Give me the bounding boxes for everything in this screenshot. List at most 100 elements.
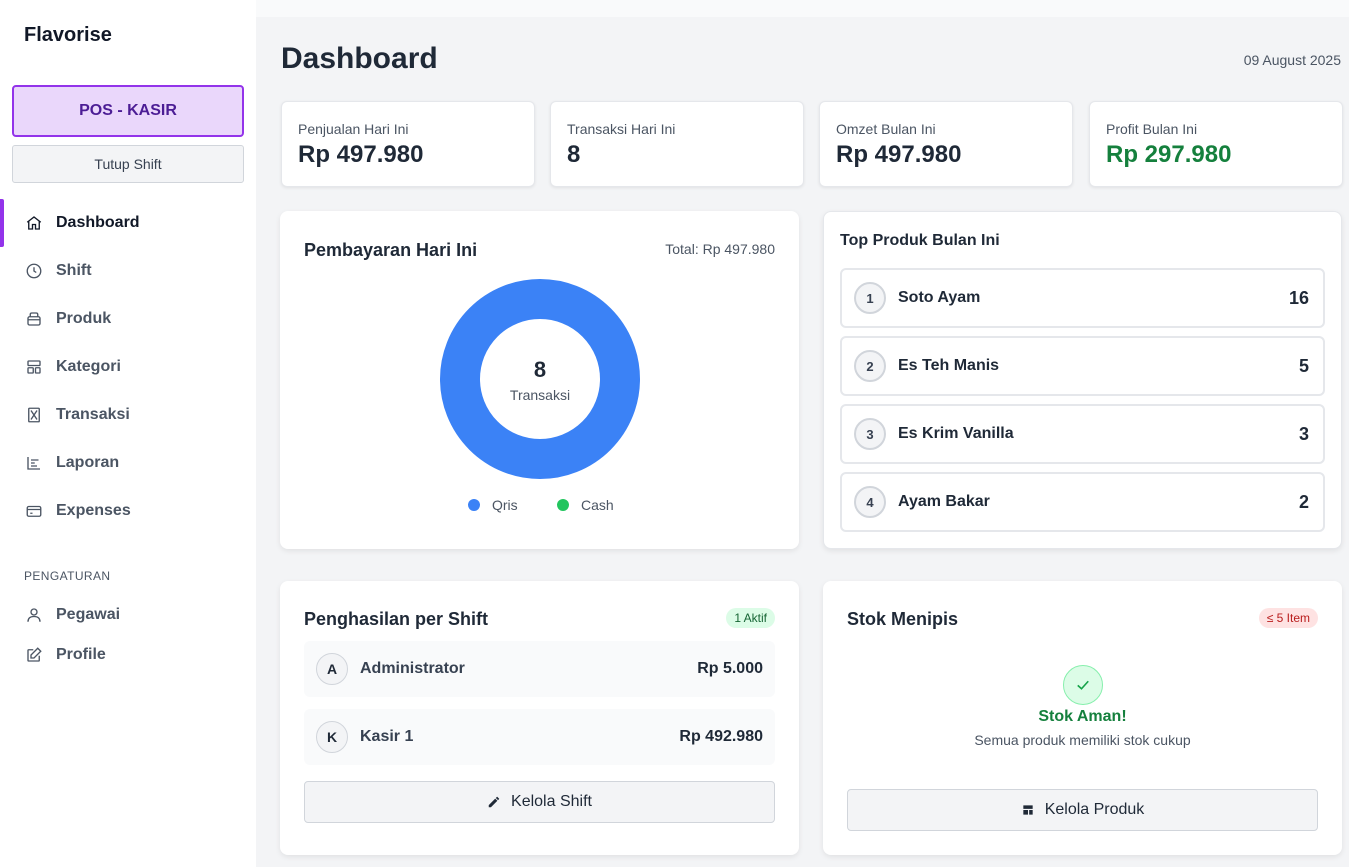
stat-value: Rp 497.980 (836, 141, 962, 168)
sidebar-item-shift[interactable]: Shift (0, 247, 256, 295)
shift-row: A Administrator Rp 5.000 (304, 641, 775, 697)
sidebar-item-pegawai[interactable]: Pegawai (0, 595, 256, 635)
top-products-title: Top Produk Bulan Ini (840, 232, 1000, 249)
category-icon (24, 357, 44, 377)
kelola-shift-label: Kelola Shift (511, 793, 592, 810)
rank-badge: 1 (854, 282, 886, 314)
product-name: Ayam Bakar (898, 493, 990, 510)
legend-label: Cash (581, 497, 614, 513)
low-stock-title: Stok Menipis (847, 609, 959, 629)
product-qty: 3 (1298, 423, 1309, 444)
shift-amount: Rp 492.980 (679, 728, 763, 745)
sidebar-item-label: Laporan (56, 454, 120, 471)
box-icon (24, 309, 44, 329)
stat-value: Rp 297.980 (1106, 141, 1232, 168)
clock-icon (24, 261, 44, 281)
sidebar-item-transaksi[interactable]: Transaksi (0, 391, 256, 439)
card-icon (24, 501, 44, 521)
sidebar-item-label: Pegawai (56, 606, 121, 623)
stock-ok-title: Stok Aman! (1038, 708, 1127, 725)
edit-icon (24, 645, 44, 665)
product-name: Es Krim Vanilla (898, 425, 1014, 442)
legend-label: Qris (492, 497, 518, 513)
settings-section-label: PENGATURAN (24, 569, 111, 583)
sidebar-item-dashboard[interactable]: Dashboard (0, 199, 256, 247)
product-name: Es Teh Manis (898, 357, 1000, 374)
stat-card-penjualan: Penjualan Hari Ini Rp 497.980 (281, 101, 535, 187)
product-qty: 2 (1298, 491, 1309, 512)
product-qty: 5 (1298, 355, 1309, 376)
product-row[interactable]: 1 Soto Ayam 16 (840, 268, 1325, 328)
sidebar-item-label: Transaksi (56, 406, 130, 423)
stat-card-profit: Profit Bulan Ini Rp 297.980 (1089, 101, 1343, 187)
sidebar-item-label: Expenses (56, 502, 131, 519)
stat-value: Rp 497.980 (298, 141, 424, 168)
top-products-card: Top Produk Bulan Ini 1 Soto Ayam 16 2 Es… (823, 211, 1342, 549)
check-circle-icon (1063, 665, 1103, 705)
stat-label: Profit Bulan Ini (1106, 121, 1198, 137)
user-icon (24, 605, 44, 625)
shift-row: K Kasir 1 Rp 492.980 (304, 709, 775, 765)
sidebar-item-produk[interactable]: Produk (0, 295, 256, 343)
brand-name: Flavorise (24, 24, 112, 46)
sidebar-item-kategori[interactable]: Kategori (0, 343, 256, 391)
sidebar-nav: Dashboard Shift Produk Kategori Transaks… (0, 199, 256, 535)
low-stock-card: Stok Menipis ≤ 5 Item Stok Aman! Semua p… (823, 581, 1342, 855)
top-strip (256, 0, 1349, 17)
payments-title: Pembayaran Hari Ini (304, 240, 478, 260)
low-stock-badge: ≤ 5 Item (1258, 608, 1318, 628)
payments-card: Pembayaran Hari Ini Total: Rp 497.980 8 … (280, 211, 799, 549)
stat-value: 8 (567, 141, 581, 168)
avatar: K (316, 721, 348, 753)
legend-item-qris[interactable]: Qris (468, 497, 518, 513)
donut-center-value: 8 (533, 357, 547, 382)
rank-badge: 2 (854, 350, 886, 382)
sidebar-item-expenses[interactable]: Expenses (0, 487, 256, 535)
shift-income-title: Penghasilan per Shift (304, 609, 489, 629)
product-row[interactable]: 2 Es Teh Manis 5 (840, 336, 1325, 396)
stat-label: Omzet Bulan Ini (836, 121, 936, 137)
shift-income-card: Penghasilan per Shift 1 Aktif A Administ… (280, 581, 799, 855)
stat-card-omzet: Omzet Bulan Ini Rp 497.980 (819, 101, 1073, 187)
active-shift-badge: 1 Aktif (726, 608, 775, 628)
avatar: A (316, 653, 348, 685)
product-row[interactable]: 3 Es Krim Vanilla 3 (840, 404, 1325, 464)
rank-badge: 3 (854, 418, 886, 450)
kelola-produk-button[interactable]: Kelola Produk (847, 789, 1318, 831)
sidebar-item-label: Dashboard (56, 214, 140, 231)
kelola-produk-label: Kelola Produk (1044, 801, 1145, 818)
pos-kasir-button[interactable]: POS - KASIR (12, 85, 244, 137)
donut-center-label: Transaksi (509, 387, 571, 403)
rank-badge: 4 (854, 486, 886, 518)
legend-item-cash[interactable]: Cash (557, 497, 614, 513)
stat-label: Penjualan Hari Ini (298, 121, 409, 137)
settings-nav: Pegawai Profile (0, 595, 256, 675)
pencil-icon (488, 796, 500, 808)
home-icon (24, 213, 44, 233)
shift-user-name: Administrator (360, 660, 465, 677)
shift-user-name: Kasir 1 (360, 728, 414, 745)
product-name: Soto Ayam (898, 289, 981, 306)
current-date: 09 August 2025 (1243, 52, 1341, 68)
chart-icon (24, 453, 44, 473)
legend-dot (557, 499, 569, 511)
store-icon (1023, 805, 1033, 815)
sidebar-item-label: Profile (56, 646, 106, 663)
page-title: Dashboard (281, 42, 438, 75)
kelola-shift-button[interactable]: Kelola Shift (304, 781, 775, 823)
sidebar: Flavorise POS - KASIR Tutup Shift Dashbo… (0, 0, 256, 867)
sidebar-item-label: Kategori (56, 358, 121, 375)
payments-total: Total: Rp 497.980 (665, 241, 775, 257)
legend-dot (468, 499, 480, 511)
product-qty: 16 (1288, 287, 1309, 308)
shift-amount: Rp 5.000 (697, 660, 763, 677)
product-row[interactable]: 4 Ayam Bakar 2 (840, 472, 1325, 532)
sidebar-item-label: Produk (56, 310, 112, 327)
stock-ok-subtitle: Semua produk memiliki stok cukup (974, 732, 1191, 748)
tutup-shift-button[interactable]: Tutup Shift (12, 145, 244, 183)
sidebar-item-label: Shift (56, 262, 92, 279)
sidebar-item-laporan[interactable]: Laporan (0, 439, 256, 487)
stat-card-transaksi: Transaksi Hari Ini 8 (550, 101, 804, 187)
sidebar-item-profile[interactable]: Profile (0, 635, 256, 675)
stat-label: Transaksi Hari Ini (567, 121, 676, 137)
